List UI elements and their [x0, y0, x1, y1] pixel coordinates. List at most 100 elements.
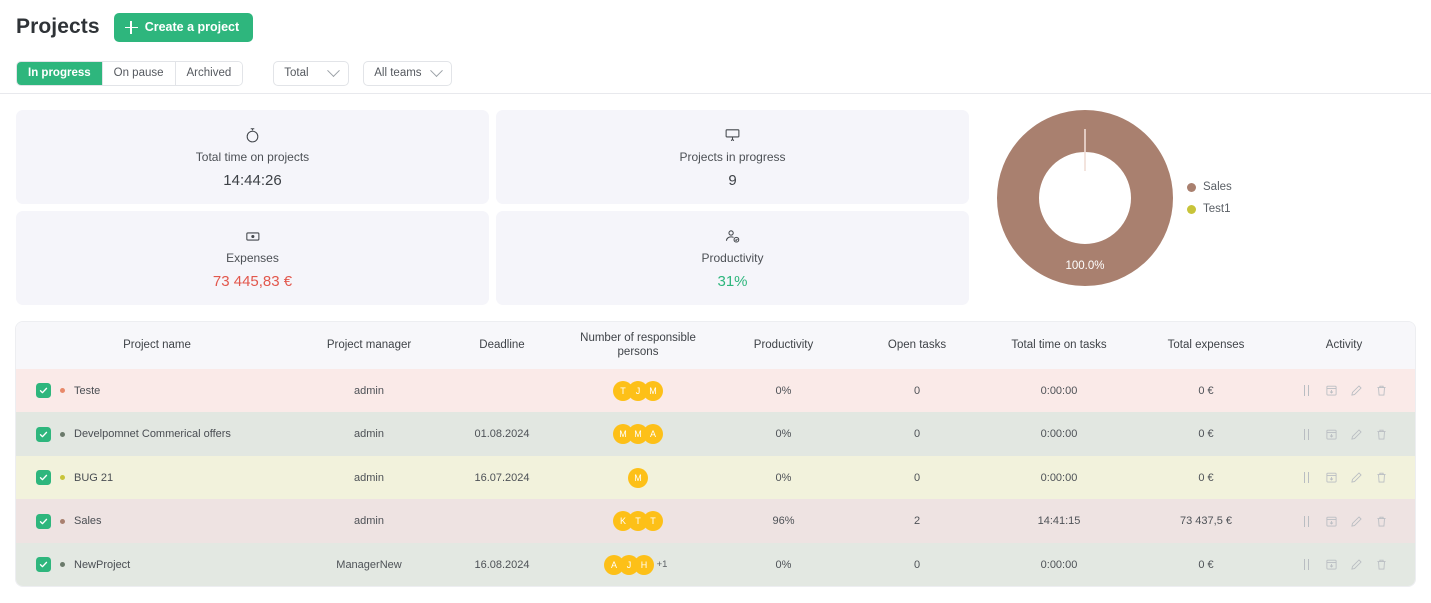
project-name-label[interactable]: Sales — [74, 515, 102, 527]
column-header-total-time-on-tasks[interactable]: Total time on tasks — [979, 322, 1139, 369]
cell-productivity: 0% — [775, 428, 792, 440]
status-segmented-control: In progress On pause Archived — [16, 60, 244, 86]
create-project-label: Create a project — [144, 20, 240, 34]
cell-open-tasks: 0 — [913, 471, 921, 484]
cell-total-expenses: 0 € — [1198, 384, 1214, 397]
row-checkbox[interactable] — [36, 426, 51, 442]
avatar[interactable]: A — [643, 424, 663, 444]
stat-value: 73 445,83 € — [212, 272, 293, 290]
row-checkbox[interactable] — [36, 513, 51, 529]
cell-responsible-persons: M — [564, 456, 712, 500]
cell-total-time-on-tasks: 0:00:00 — [1040, 384, 1078, 397]
pause-icon[interactable] — [1300, 384, 1314, 398]
row-checkbox[interactable] — [36, 383, 51, 398]
project-name-label[interactable]: Develpomnet Commerical offers — [74, 428, 231, 440]
avatar-group: KTT — [568, 511, 708, 531]
cell-deadline: 01.08.2024 — [474, 428, 530, 440]
stat-label: Total time on projects — [195, 149, 310, 164]
edit-icon[interactable] — [1350, 384, 1364, 398]
pause-icon[interactable] — [1300, 514, 1314, 528]
avatar-overflow-count[interactable]: +1 — [652, 555, 672, 575]
avatar-group: M — [568, 467, 708, 488]
project-name-label[interactable]: BUG 21 — [74, 472, 113, 484]
column-header-total-expenses[interactable]: Total expenses — [1139, 322, 1273, 369]
cell-project-name: NewProject — [16, 543, 298, 587]
cell-project-manager: admin — [354, 471, 384, 484]
cell-productivity: 0% — [775, 384, 792, 397]
legend-label: Test1 — [1203, 203, 1231, 215]
column-header-deadline[interactable]: Deadline — [440, 322, 564, 369]
tab-archived[interactable]: Archived — [175, 61, 243, 85]
table-row[interactable]: NewProject ManagerNew 16.08.2024 A J H +1 0… — [16, 542, 1415, 587]
cell-productivity: 0% — [775, 471, 792, 484]
team-select[interactable]: All teams — [363, 60, 452, 86]
cell-total-time-on-tasks: 0:00:00 — [1040, 558, 1078, 571]
delete-icon[interactable] — [1375, 514, 1389, 528]
cell-open-tasks: 0 — [913, 428, 921, 440]
stat-value: 9 — [728, 171, 737, 189]
cell-project-name: BUG 21 — [16, 456, 298, 500]
row-checkbox[interactable] — [36, 557, 51, 572]
tab-on-pause[interactable]: On pause — [102, 61, 176, 85]
cell-project-name: Teste — [16, 369, 298, 413]
table-row[interactable]: Sales admin KTT 96% 2 14:41:15 73 437,5 … — [16, 499, 1415, 543]
avatar-group: MMA — [568, 424, 708, 444]
archive-icon[interactable] — [1325, 384, 1339, 398]
avatar[interactable]: M — [643, 380, 663, 401]
plus-icon — [124, 20, 138, 34]
column-header-productivity[interactable]: Productivity — [712, 322, 855, 369]
edit-icon[interactable] — [1350, 558, 1364, 572]
period-select[interactable]: Total — [273, 60, 350, 86]
project-name-label[interactable]: NewProject — [74, 559, 130, 571]
cell-activity — [1273, 499, 1415, 543]
edit-icon[interactable] — [1350, 427, 1364, 441]
column-header-project-manager[interactable]: Project manager — [298, 322, 440, 369]
archive-icon[interactable] — [1325, 514, 1339, 528]
delete-icon[interactable] — [1375, 471, 1389, 485]
stopwatch-icon — [243, 126, 263, 146]
legend-label: Sales — [1203, 181, 1232, 193]
cell-deadline: 16.07.2024 — [474, 471, 530, 484]
legend-item-sales[interactable]: Sales — [1187, 181, 1232, 193]
cell-deadline — [440, 369, 564, 413]
project-status-dot — [60, 475, 65, 480]
pause-icon[interactable] — [1300, 558, 1314, 572]
project-name-label[interactable]: Teste — [74, 385, 100, 397]
cell-deadline: 16.08.2024 — [474, 558, 530, 571]
project-status-dot — [60, 431, 65, 437]
avatar[interactable]: T — [643, 511, 663, 531]
archive-icon[interactable] — [1325, 471, 1339, 485]
table-row[interactable]: Develpomnet Commerical offers admin 01.0… — [16, 412, 1415, 456]
cell-total-time-on-tasks: 0:00:00 — [1040, 428, 1078, 440]
avatar[interactable]: M — [628, 467, 648, 488]
cell-project-manager: admin — [354, 428, 384, 440]
legend-item-test1[interactable]: Test1 — [1187, 203, 1232, 215]
table-row[interactable]: BUG 21 admin 16.07.2024 M 0% 0 0:00:00 0… — [16, 455, 1415, 500]
column-header-open-tasks[interactable]: Open tasks — [855, 322, 979, 369]
cell-project-manager: admin — [354, 515, 384, 527]
pause-icon[interactable] — [1300, 471, 1314, 485]
archive-icon[interactable] — [1325, 558, 1339, 572]
delete-icon[interactable] — [1375, 384, 1389, 398]
cell-project-manager: ManagerNew — [336, 558, 402, 571]
filter-bar: In progress On pause Archived Total All … — [0, 44, 1431, 91]
create-project-button[interactable]: Create a project — [113, 12, 254, 42]
project-status-dot — [60, 388, 65, 393]
table-row[interactable]: Teste admin TJM 0% 0 0:00:00 0 € — [16, 368, 1415, 413]
pause-icon[interactable] — [1300, 427, 1314, 441]
cell-activity — [1273, 412, 1415, 456]
edit-icon[interactable] — [1350, 471, 1364, 485]
delete-icon[interactable] — [1375, 558, 1389, 572]
column-header-responsible-persons[interactable]: Number of responsible persons — [564, 322, 712, 369]
column-header-project-name[interactable]: Project name — [16, 322, 298, 369]
tab-in-progress[interactable]: In progress — [17, 61, 103, 85]
avatar[interactable]: H — [634, 554, 654, 575]
edit-icon[interactable] — [1350, 514, 1364, 528]
cell-deadline — [440, 499, 564, 543]
row-checkbox[interactable] — [36, 470, 51, 485]
stat-label: Expenses — [226, 250, 279, 265]
archive-icon[interactable] — [1325, 427, 1339, 441]
projects-donut-chart: 100.0% Sales Test1 — [983, 110, 1232, 286]
delete-icon[interactable] — [1375, 427, 1389, 441]
stats-section: Total time on projects 14:44:26 Projects… — [0, 94, 1431, 305]
